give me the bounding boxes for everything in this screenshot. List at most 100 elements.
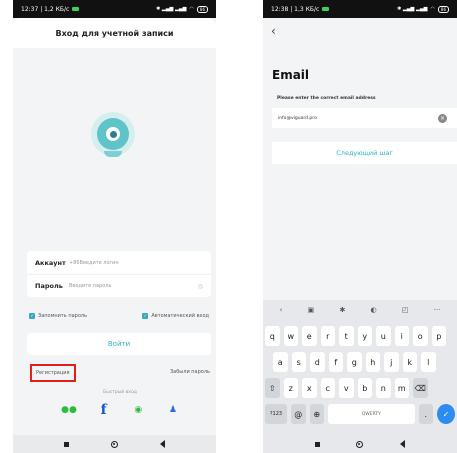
wifi-icon: ◠ (430, 6, 435, 12)
account-links: Регистрация Забыли пароль (26, 364, 214, 382)
key-j[interactable]: j (384, 352, 399, 372)
keyboard-row-2: asdfghjkl (263, 352, 457, 372)
at-key[interactable]: @ (291, 404, 306, 424)
key-r[interactable]: r (320, 326, 335, 346)
account-input[interactable]: +86Введите логин (69, 260, 119, 266)
android-nav-bar (13, 435, 216, 453)
wechat-icon[interactable]: ●● (61, 403, 77, 417)
key-b[interactable]: b (357, 378, 372, 398)
password-row[interactable]: Пароль Введите пароль ◎ (27, 274, 211, 297)
page-title: Вход для учетной записи (13, 18, 216, 48)
android-nav-bar (263, 435, 457, 453)
key-n[interactable]: n (376, 378, 391, 398)
key-f[interactable]: f (328, 352, 343, 372)
signal-icon: ✱ ▂▄▆ ▂▄▆ (397, 6, 428, 12)
symbols-key[interactable]: ?123 (265, 404, 287, 424)
auto-login-label: Автоматический вход (151, 313, 209, 319)
settings-icon[interactable]: ✱ (339, 306, 345, 314)
battery-icon: 86 (437, 5, 449, 13)
status-time: 12:37 | 1,2 КБ/с (21, 5, 70, 13)
screenshot-canvas: 12:37 | 1,2 КБ/с ✱ ▂▄▆ ▂▄▆ ◠ 86 Вход для… (0, 0, 457, 453)
email-screen: 12:38 | 1,3 КБ/с ✱ ▂▄▆ ▂▄▆ ◠ 86 ‹ Email … (263, 0, 457, 453)
keyboard-row-1: qwertyuiop (263, 326, 457, 346)
key-v[interactable]: v (339, 378, 354, 398)
password-label: Пароль (35, 282, 63, 290)
key-i[interactable]: i (394, 326, 409, 346)
page-title: Email (272, 68, 310, 82)
login-screen: 12:37 | 1,2 КБ/с ✱ ▂▄▆ ▂▄▆ ◠ 86 Вход для… (13, 0, 216, 453)
auto-login-checkbox[interactable]: ✓ Автоматический вход (142, 313, 209, 319)
key-d[interactable]: d (310, 352, 325, 372)
social-login-row: ●● f ◉ ♟ (61, 402, 181, 418)
status-time: 12:38 | 1,3 КБ/с (271, 5, 320, 13)
more-icon[interactable]: ··· (434, 306, 441, 314)
back-arrow-icon[interactable]: ‹ (271, 24, 276, 38)
camera-logo-icon (91, 112, 135, 156)
keyboard-row-3: ⇧ z x c v b n m ⌫ (263, 378, 457, 398)
status-bar: 12:38 | 1,3 КБ/с ✱ ▂▄▆ ▂▄▆ ◠ 86 (263, 0, 457, 18)
key-m[interactable]: m (394, 378, 409, 398)
next-step-button[interactable]: Следующий шаг (272, 142, 457, 164)
check-icon: ✓ (142, 313, 149, 319)
status-bar: 12:37 | 1,2 КБ/с ✱ ▂▄▆ ▂▄▆ ◠ 86 (13, 0, 216, 18)
email-hint: Please enter the correct email address (277, 96, 376, 101)
clipboard-icon[interactable]: ▣ (308, 306, 315, 314)
key-q[interactable]: q (265, 326, 280, 346)
key-e[interactable]: e (302, 326, 317, 346)
recents-button-icon[interactable] (315, 441, 321, 447)
recents-button-icon[interactable] (64, 441, 69, 447)
key-s[interactable]: s (291, 352, 306, 372)
period-key[interactable]: . (418, 404, 433, 424)
back-button-icon[interactable] (160, 440, 165, 448)
home-button-icon[interactable] (356, 440, 364, 448)
key-z[interactable]: z (283, 378, 298, 398)
backspace-key-icon[interactable]: ⌫ (413, 378, 428, 398)
register-link[interactable]: Регистрация (30, 364, 76, 382)
check-icon: ✓ (29, 313, 35, 319)
status-icons: ✱ ▂▄▆ ▂▄▆ ◠ 86 (397, 5, 449, 13)
shift-key[interactable]: ⇧ (265, 378, 280, 398)
camera-stand-icon (104, 151, 122, 157)
facebook-icon[interactable]: f (96, 402, 112, 418)
password-input[interactable]: Введите пароль (69, 283, 111, 289)
key-w[interactable]: w (283, 326, 298, 346)
palette-icon[interactable]: ◐ (371, 306, 377, 314)
key-c[interactable]: c (320, 378, 335, 398)
space-key[interactable]: QWERTY (328, 404, 415, 424)
eye-icon[interactable]: ◎ (198, 283, 203, 290)
key-t[interactable]: t (339, 326, 354, 346)
login-form: Аккаунт +86Введите логин Пароль Введите … (27, 251, 211, 297)
globe-icon[interactable]: ⊕ (309, 404, 324, 424)
clear-icon[interactable]: × (438, 113, 447, 123)
account-row[interactable]: Аккаунт +86Введите логин (27, 251, 211, 274)
key-x[interactable]: x (302, 378, 317, 398)
key-y[interactable]: y (357, 326, 372, 346)
data-indicator-icon (72, 7, 80, 11)
back-button-icon[interactable] (399, 440, 405, 448)
keyboard: ‹ ▣ ✱ ◐ ◰ ··· qwertyuiop asdfghjkl ⇧ zxc… (263, 300, 457, 435)
keyboard-collapse-icon[interactable]: ‹ (280, 306, 283, 314)
account-label: Аккаунт (35, 258, 66, 267)
remember-password-checkbox[interactable]: ✓ Запомнить пароль (29, 313, 87, 319)
key-o[interactable]: o (413, 326, 428, 346)
email-input[interactable]: info@viguard.pro × (272, 108, 457, 128)
key-g[interactable]: g (347, 352, 362, 372)
enter-key-icon[interactable]: ✓ (437, 404, 455, 424)
key-a[interactable]: a (273, 352, 288, 372)
remember-label: Запомнить пароль (38, 313, 88, 319)
forgot-password-link[interactable]: Забыли пароль (166, 364, 214, 382)
key-k[interactable]: k (402, 352, 417, 372)
line-icon[interactable]: ◉ (130, 403, 146, 417)
key-l[interactable]: l (421, 352, 436, 372)
user-icon[interactable]: ♟ (165, 403, 181, 417)
keyboard-row-4: ?123 @ ⊕ QWERTY . ✓ (263, 404, 457, 424)
key-p[interactable]: p (431, 326, 446, 346)
home-button-icon[interactable] (111, 440, 118, 448)
wifi-icon: ◠ (189, 6, 194, 12)
login-options: ✓ Запомнить пароль ✓ Автоматический вход (29, 313, 209, 319)
battery-icon: 86 (196, 5, 208, 13)
key-h[interactable]: h (365, 352, 380, 372)
login-button[interactable]: Войти (27, 333, 211, 355)
screenshot-icon[interactable]: ◰ (402, 306, 409, 314)
key-u[interactable]: u (376, 326, 391, 346)
